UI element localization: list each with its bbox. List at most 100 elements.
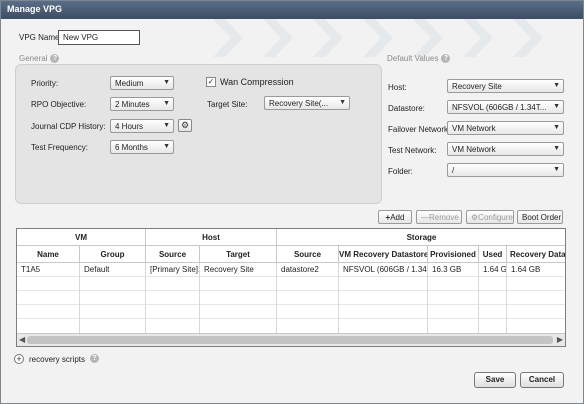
host-label: Host: xyxy=(388,83,407,92)
row-divider xyxy=(17,318,565,319)
chevron-decoration xyxy=(413,19,443,57)
column-header[interactable]: Target xyxy=(200,246,277,263)
default-values-heading-text: Default Values xyxy=(387,54,439,63)
add-button-label: Add xyxy=(390,213,405,222)
chevron-decoration xyxy=(463,19,493,57)
chevron-down-icon: ▼ xyxy=(163,143,170,150)
minus-icon: — xyxy=(421,213,429,222)
failover-network-label: Failover Network: xyxy=(388,125,451,134)
manage-vpg-dialog: Manage VPG VPG Name: New VPG General? Pr… xyxy=(0,0,584,404)
scrollbar-thumb[interactable] xyxy=(27,336,553,344)
chevron-decoration xyxy=(363,19,393,57)
test-frequency-select[interactable]: 6 Months ▼ xyxy=(110,140,174,154)
column-header[interactable]: VM Recovery Datastore xyxy=(339,246,428,263)
table-cell[interactable]: [Primary Site]19... xyxy=(146,263,200,276)
column-header[interactable]: Source xyxy=(146,246,200,263)
column-header[interactable]: Name xyxy=(17,246,80,263)
general-panel xyxy=(15,64,382,204)
vm-table: VM Host Storage Name Group Source Target… xyxy=(16,228,566,347)
table-cell[interactable]: Default xyxy=(80,263,146,276)
table-cell[interactable]: 1.64 GB xyxy=(507,263,565,276)
table-cell[interactable]: NFSVOL (606GB / 1.34TB Fr xyxy=(339,263,428,276)
column-divider xyxy=(478,263,479,333)
chevron-decoration xyxy=(263,19,293,57)
journal-select[interactable]: 4 Hours ▼ xyxy=(110,119,174,133)
folder-select[interactable]: / ▼ xyxy=(447,163,564,177)
folder-value: / xyxy=(452,166,455,175)
journal-label: Journal CDP History: xyxy=(31,122,106,131)
cancel-button[interactable]: Cancel xyxy=(520,372,564,388)
chevron-down-icon: ▼ xyxy=(163,100,170,107)
datastore-value: NFSVOL (606GB / 1.34T... xyxy=(452,103,547,112)
host-select[interactable]: Recovery Site ▼ xyxy=(447,79,564,93)
chevron-down-icon: ▼ xyxy=(163,79,170,86)
test-frequency-value: 6 Months xyxy=(115,143,148,152)
table-cell[interactable]: 1.64 GB xyxy=(479,263,507,276)
test-network-value: VM Network xyxy=(452,145,496,154)
plus-icon[interactable]: + xyxy=(14,354,24,364)
chevron-down-icon: ▼ xyxy=(553,124,560,131)
chevron-down-icon: ▼ xyxy=(553,166,560,173)
table-cell[interactable]: Recovery Site xyxy=(200,263,277,276)
remove-button-label: Remove xyxy=(429,213,459,222)
help-icon[interactable]: ? xyxy=(441,54,451,64)
scroll-right-icon[interactable]: ▶ xyxy=(557,335,563,344)
general-heading: General? xyxy=(19,54,60,64)
test-network-select[interactable]: VM Network ▼ xyxy=(447,142,564,156)
column-header[interactable]: Used xyxy=(479,246,507,263)
column-divider xyxy=(276,263,277,333)
vpg-name-label: VPG Name: xyxy=(19,33,62,42)
table-cell[interactable]: T1A5 xyxy=(17,263,80,276)
chevron-down-icon: ▼ xyxy=(553,103,560,110)
wan-compression-checkbox[interactable]: ✓ xyxy=(206,77,216,87)
help-icon[interactable]: ? xyxy=(90,354,99,363)
add-button[interactable]: +Add xyxy=(378,210,412,224)
target-site-select[interactable]: Recovery Site(... ▼ xyxy=(264,96,350,110)
chevron-down-icon: ▼ xyxy=(339,99,346,106)
column-divider xyxy=(79,263,80,333)
datastore-label: Datastore: xyxy=(388,104,425,113)
configure-button-label: Configure xyxy=(478,213,513,222)
test-frequency-label: Test Frequency: xyxy=(31,143,88,152)
table-cell[interactable]: 16.3 GB xyxy=(428,263,479,276)
chevron-down-icon: ▼ xyxy=(163,122,170,129)
boot-order-button[interactable]: Boot Order xyxy=(517,210,563,224)
chevron-decoration xyxy=(213,19,243,57)
column-header[interactable]: Recovery Data Size xyxy=(507,246,565,263)
row-divider xyxy=(17,304,565,305)
scroll-left-icon[interactable]: ◀ xyxy=(19,335,25,344)
column-divider xyxy=(145,263,146,333)
rpo-select[interactable]: 2 Minutes ▼ xyxy=(110,97,174,111)
journal-value: 4 Hours xyxy=(115,122,144,131)
chevron-decoration xyxy=(513,19,543,57)
datastore-select[interactable]: NFSVOL (606GB / 1.34T... ▼ xyxy=(447,100,564,114)
remove-button[interactable]: —Remove xyxy=(416,210,462,224)
vpg-name-input[interactable]: New VPG xyxy=(58,30,140,45)
table-group-vm: VM xyxy=(17,229,146,246)
column-header[interactable]: Source xyxy=(277,246,339,263)
table-cell[interactable]: datastore2 xyxy=(277,263,339,276)
general-heading-text: General xyxy=(19,54,48,63)
configure-button[interactable]: ⚙Configure xyxy=(466,210,514,224)
folder-label: Folder: xyxy=(388,167,413,176)
target-site-label: Target Site: xyxy=(207,100,248,109)
gear-icon[interactable]: ⚙ xyxy=(178,119,192,132)
wan-compression-label: Wan Compression xyxy=(220,77,294,87)
help-icon[interactable]: ? xyxy=(50,54,60,64)
horizontal-scrollbar[interactable]: ◀ ▶ xyxy=(17,333,565,346)
column-header[interactable]: Group xyxy=(80,246,146,263)
save-button[interactable]: Save xyxy=(474,372,516,388)
failover-network-value: VM Network xyxy=(452,124,496,133)
column-header[interactable]: Provisioned xyxy=(428,246,479,263)
priority-select[interactable]: Medium ▼ xyxy=(110,76,174,90)
rpo-value: 2 Minutes xyxy=(115,100,150,109)
priority-label: Priority: xyxy=(31,79,59,88)
default-values-heading: Default Values? xyxy=(387,54,451,64)
failover-network-select[interactable]: VM Network ▼ xyxy=(447,121,564,135)
recovery-scripts-label[interactable]: recovery scripts xyxy=(29,355,85,364)
table-group-host: Host xyxy=(146,229,277,246)
column-divider xyxy=(199,263,200,333)
host-value: Recovery Site xyxy=(452,82,502,91)
row-divider xyxy=(17,276,565,277)
chevron-decoration xyxy=(313,19,343,57)
